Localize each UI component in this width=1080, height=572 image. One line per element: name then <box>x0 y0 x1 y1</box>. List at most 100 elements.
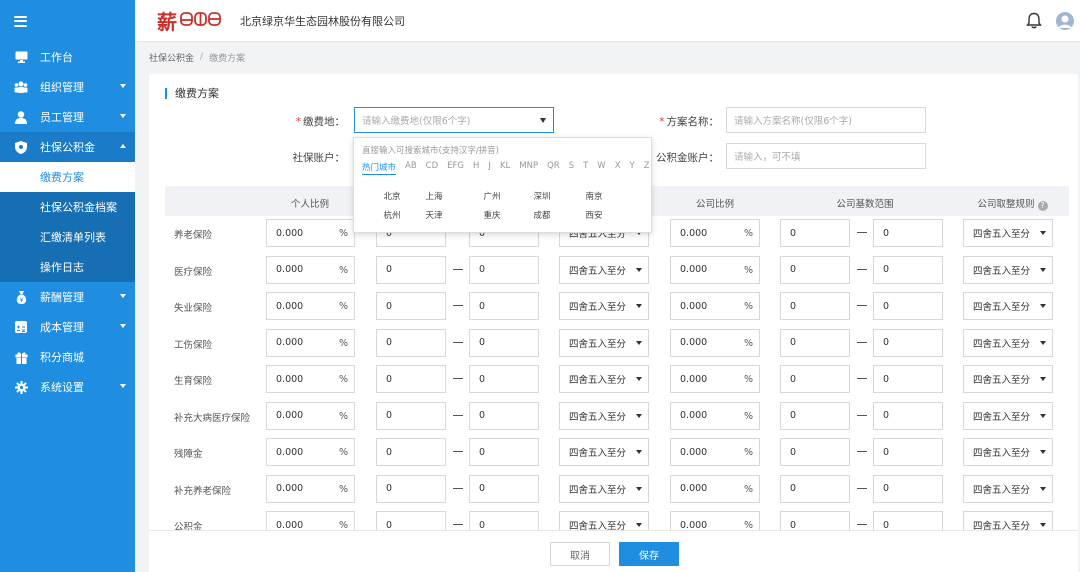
hamburger-menu-icon[interactable] <box>14 15 27 27</box>
company-rounding-select[interactable]: 四舍五入至分 <box>963 328 1053 357</box>
company-ratio-input[interactable]: 0.000% <box>670 401 760 430</box>
personal-ratio-input[interactable]: 0.000% <box>266 474 355 503</box>
company-base-max-input[interactable]: 0 <box>873 328 943 357</box>
cancel-button[interactable]: 取消 <box>550 542 610 566</box>
sidebar-subitem-archive[interactable]: 社保公积金档案 <box>0 192 135 222</box>
company-base-min-input[interactable]: 0 <box>780 365 850 393</box>
sidebar-item-social-security[interactable]: 社保公积金 <box>0 132 135 162</box>
company-base-max-input[interactable]: 0 <box>873 255 943 284</box>
company-ratio-input[interactable]: 0.000% <box>670 365 760 393</box>
city-option[interactable]: 南京 <box>574 190 614 202</box>
city-option[interactable]: 杭州 <box>372 209 412 221</box>
company-base-max-input[interactable]: 0 <box>873 365 943 393</box>
personal-rounding-select[interactable]: 四舍五入至分 <box>559 438 649 466</box>
app-logo[interactable]: 薪 <box>157 0 222 42</box>
city-option[interactable]: 深圳 <box>522 190 562 202</box>
help-icon[interactable]: ? <box>1037 201 1048 211</box>
personal-ratio-input[interactable]: 0.000% <box>266 401 355 430</box>
personal-base-max-input[interactable]: 0 <box>469 365 539 393</box>
city-tab[interactable]: KL <box>500 161 510 175</box>
city-option[interactable]: 重庆 <box>472 209 512 221</box>
sidebar-item-workbench[interactable]: 工作台 <box>0 42 135 72</box>
personal-base-max-input[interactable]: 0 <box>469 292 539 320</box>
company-base-min-input[interactable]: 0 <box>780 292 850 320</box>
city-tab[interactable]: QR <box>547 161 560 175</box>
personal-rounding-select[interactable]: 四舍五入至分 <box>559 401 649 430</box>
company-base-min-input[interactable]: 0 <box>780 401 850 430</box>
company-rounding-select[interactable]: 四舍五入至分 <box>963 401 1053 430</box>
personal-base-min-input[interactable]: 0 <box>376 438 446 466</box>
company-ratio-input[interactable]: 0.000% <box>670 474 760 503</box>
sidebar-item-employee[interactable]: 员工管理 <box>0 102 135 132</box>
city-option[interactable]: 天津 <box>414 209 454 221</box>
payment-place-input[interactable]: 请输入缴费地(仅限6个字) <box>354 107 554 133</box>
city-tab[interactable]: W <box>597 161 605 175</box>
sidebar-subitem-remittance-list[interactable]: 汇缴清单列表 <box>0 222 135 252</box>
company-base-max-input[interactable]: 0 <box>873 401 943 430</box>
city-option[interactable]: 广州 <box>472 190 512 202</box>
city-tab[interactable]: Z <box>644 161 650 175</box>
personal-base-min-input[interactable]: 0 <box>376 401 446 430</box>
sidebar-item-cost[interactable]: 成本管理 <box>0 312 135 342</box>
sidebar-item-points-mall[interactable]: 积分商城 <box>0 342 135 372</box>
city-option[interactable]: 西安 <box>574 209 614 221</box>
company-base-min-input[interactable]: 0 <box>780 438 850 466</box>
company-base-min-input[interactable]: 0 <box>780 219 850 247</box>
personal-rounding-select[interactable]: 四舍五入至分 <box>559 328 649 357</box>
company-rounding-select[interactable]: 四舍五入至分 <box>963 219 1053 247</box>
city-option[interactable]: 北京 <box>372 190 412 202</box>
personal-ratio-input[interactable]: 0.000% <box>266 438 355 466</box>
personal-base-min-input[interactable]: 0 <box>376 255 446 284</box>
personal-ratio-input[interactable]: 0.000% <box>266 219 355 247</box>
personal-rounding-select[interactable]: 四舍五入至分 <box>559 474 649 503</box>
city-tab[interactable]: T <box>583 161 588 175</box>
city-option[interactable]: 上海 <box>414 190 454 202</box>
city-tab[interactable]: X <box>615 161 621 175</box>
city-tab[interactable]: MNP <box>519 161 538 175</box>
sidebar-subitem-payment-plan[interactable]: 缴费方案 <box>0 162 135 192</box>
personal-base-min-input[interactable]: 0 <box>376 292 446 320</box>
personal-base-min-input[interactable]: 0 <box>376 365 446 393</box>
avatar[interactable] <box>1056 12 1074 30</box>
personal-rounding-select[interactable]: 四舍五入至分 <box>559 365 649 393</box>
city-tab[interactable]: EFG <box>447 161 464 175</box>
company-ratio-input[interactable]: 0.000% <box>670 438 760 466</box>
company-rounding-select[interactable]: 四舍五入至分 <box>963 365 1053 393</box>
company-ratio-input[interactable]: 0.000% <box>670 292 760 320</box>
city-tab[interactable]: Y <box>630 161 635 175</box>
personal-base-max-input[interactable]: 0 <box>469 328 539 357</box>
company-rounding-select[interactable]: 四舍五入至分 <box>963 438 1053 466</box>
personal-base-max-input[interactable]: 0 <box>469 401 539 430</box>
sidebar-item-org[interactable]: 组织管理 <box>0 72 135 102</box>
city-tab[interactable]: J <box>488 161 491 175</box>
personal-ratio-input[interactable]: 0.000% <box>266 365 355 393</box>
sidebar-item-salary[interactable]: ¥ 薪酬管理 <box>0 282 135 312</box>
sidebar-item-settings[interactable]: 系统设置 <box>0 372 135 402</box>
company-rounding-select[interactable]: 四舍五入至分 <box>963 292 1053 320</box>
company-base-max-input[interactable]: 0 <box>873 438 943 466</box>
personal-base-min-input[interactable]: 0 <box>376 474 446 503</box>
company-rounding-select[interactable]: 四舍五入至分 <box>963 474 1053 503</box>
company-base-max-input[interactable]: 0 <box>873 474 943 503</box>
personal-rounding-select[interactable]: 四舍五入至分 <box>559 292 649 320</box>
personal-base-max-input[interactable]: 0 <box>469 255 539 284</box>
city-tab[interactable]: S <box>569 161 574 175</box>
city-tab[interactable]: AB <box>405 161 417 175</box>
personal-rounding-select[interactable]: 四舍五入至分 <box>559 255 649 284</box>
save-button[interactable]: 保存 <box>619 542 679 566</box>
company-base-max-input[interactable]: 0 <box>873 219 943 247</box>
personal-base-min-input[interactable]: 0 <box>376 328 446 357</box>
personal-ratio-input[interactable]: 0.000% <box>266 255 355 284</box>
city-tab[interactable]: CD <box>426 161 438 175</box>
company-base-min-input[interactable]: 0 <box>780 328 850 357</box>
city-tab[interactable]: 热门城市 <box>362 161 397 175</box>
personal-base-max-input[interactable]: 0 <box>469 438 539 466</box>
city-option[interactable]: 成都 <box>522 209 562 221</box>
hf-account-input[interactable]: 请输入，可不填 <box>726 143 926 169</box>
company-base-min-input[interactable]: 0 <box>780 255 850 284</box>
personal-ratio-input[interactable]: 0.000% <box>266 292 355 320</box>
plan-name-input[interactable]: 请输入方案名称(仅限6个字) <box>726 107 926 133</box>
bell-icon[interactable] <box>1026 12 1042 32</box>
company-ratio-input[interactable]: 0.000% <box>670 328 760 357</box>
city-tab[interactable]: H <box>473 161 479 175</box>
